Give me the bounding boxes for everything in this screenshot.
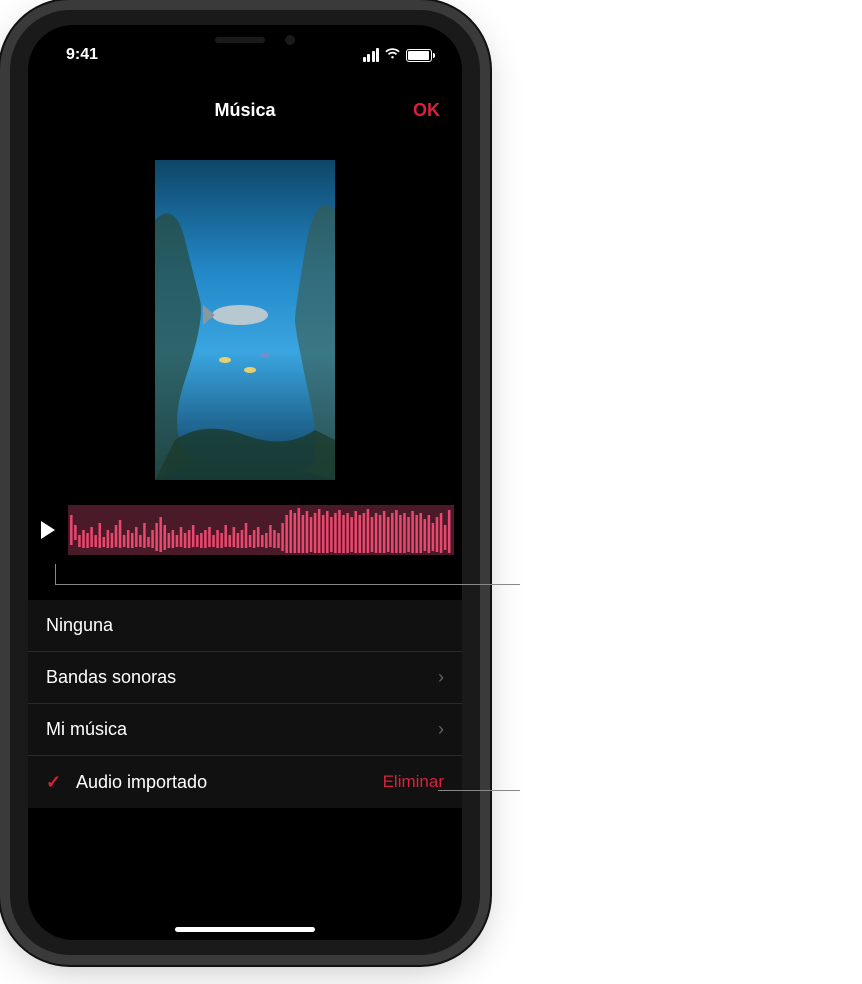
- option-soundtracks[interactable]: Bandas sonoras ›: [28, 652, 462, 704]
- status-time: 9:41: [58, 34, 98, 64]
- option-label: Mi música: [46, 719, 438, 740]
- notch: [145, 25, 345, 57]
- option-label: Ninguna: [46, 615, 444, 636]
- phone-frame: 9:41 Música OK: [10, 10, 480, 955]
- callout-line: [55, 564, 56, 584]
- callout-line: [55, 584, 520, 585]
- wifi-icon: [384, 46, 401, 65]
- play-button[interactable]: [28, 505, 68, 555]
- option-imported-audio[interactable]: ✓ Audio importado Eliminar: [28, 756, 462, 808]
- checkmark-icon: ✓: [46, 772, 66, 793]
- ok-button[interactable]: OK: [413, 100, 440, 121]
- screen: 9:41 Música OK: [28, 25, 462, 940]
- audio-waveform[interactable]: [68, 505, 454, 555]
- delete-button[interactable]: Eliminar: [383, 772, 444, 792]
- option-none[interactable]: Ninguna: [28, 600, 462, 652]
- play-icon: [41, 521, 55, 539]
- option-label: Audio importado: [76, 772, 383, 793]
- chevron-right-icon: ›: [438, 719, 444, 740]
- chevron-right-icon: ›: [438, 667, 444, 688]
- battery-icon: [406, 49, 432, 62]
- audio-waveform-row: [28, 505, 462, 555]
- video-thumbnail[interactable]: [155, 160, 335, 480]
- cellular-icon: [363, 48, 380, 62]
- home-indicator[interactable]: [175, 927, 315, 932]
- nav-bar: Música OK: [28, 85, 462, 135]
- page-title: Música: [214, 100, 275, 121]
- status-indicators: [363, 34, 433, 65]
- callout-line: [438, 790, 520, 791]
- option-label: Bandas sonoras: [46, 667, 438, 688]
- option-my-music[interactable]: Mi música ›: [28, 704, 462, 756]
